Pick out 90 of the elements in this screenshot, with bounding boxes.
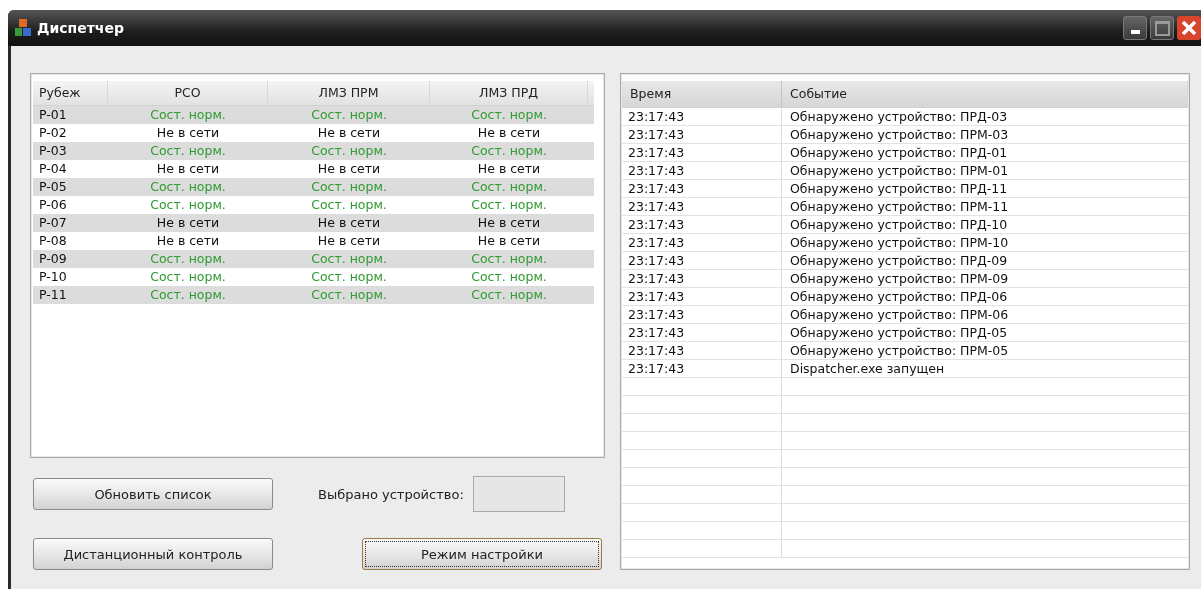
minimize-button[interactable]	[1123, 16, 1147, 40]
table-cell: 23:17:43	[622, 342, 782, 359]
status-cell-text: Сост. норм.	[470, 106, 548, 124]
status-cell-text: Сост. норм.	[470, 268, 548, 286]
table-cell-text: Обнаружено устройство: ПРД-03	[789, 108, 1009, 125]
status-cell-text: Сост. норм.	[310, 196, 388, 214]
column-header[interactable]: РСО	[108, 81, 268, 105]
table-cell: 23:17:43	[622, 252, 782, 269]
status-cell-text: Сост. норм.	[310, 268, 388, 286]
table-cell-text: P-08	[38, 232, 68, 250]
column-header[interactable]: ЛМЗ ПРД	[430, 81, 588, 105]
status-cell-text: Не в сети	[476, 214, 542, 232]
table-cell: 23:17:43	[622, 162, 782, 179]
table-cell-text: Обнаружено устройство: ПРМ-01	[789, 162, 1010, 179]
status-cell-text: Не в сети	[476, 160, 542, 178]
table-cell-text: P-11	[38, 286, 68, 304]
status-cell-text: Сост. норм.	[149, 196, 227, 214]
table-cell-text: Обнаружено устройство: ПРМ-11	[789, 198, 1010, 215]
window-title: Диспетчер	[37, 20, 125, 36]
status-cell-text: Не в сети	[155, 232, 221, 250]
status-cell-text: Сост. норм.	[310, 178, 388, 196]
table-cell-text: P-02	[38, 124, 68, 142]
status-cell-text: Сост. норм.	[149, 142, 227, 160]
status-cell-text: Сост. норм.	[470, 250, 548, 268]
table-cell-text: Обнаружено устройство: ПРМ-05	[789, 342, 1010, 359]
table-cell-text: P-05	[38, 178, 68, 196]
status-cell-text: Сост. норм.	[310, 106, 388, 124]
table-cell-text: P-04	[38, 160, 68, 178]
status-cell-text: Сост. норм.	[470, 178, 548, 196]
table-cell-text: Dispatcher.exe запущен	[789, 360, 946, 377]
column-header[interactable]: ЛМЗ ПРМ	[268, 81, 430, 105]
status-cell-text: Не в сети	[316, 124, 382, 142]
action-button[interactable]: Режим настройки	[362, 538, 602, 570]
table-cell-text: P-10	[38, 268, 68, 286]
status-cell-text: Не в сети	[476, 232, 542, 250]
status-cell-text: Не в сети	[316, 232, 382, 250]
status-cell-text: Не в сети	[155, 214, 221, 232]
table-cell: 23:17:43	[622, 360, 782, 377]
column-header[interactable]: Событие	[782, 81, 1188, 107]
table-cell: 23:17:43	[622, 234, 782, 251]
table-cell-text: Обнаружено устройство: ПРД-09	[789, 252, 1009, 269]
status-cell-text: Сост. норм.	[149, 268, 227, 286]
table-cell-text: Обнаружено устройство: ПРД-06	[789, 288, 1009, 305]
status-cell-text: Не в сети	[155, 124, 221, 142]
selected-device-label: Выбрано устройство:	[318, 486, 464, 502]
selected-device-field[interactable]	[472, 476, 565, 512]
table-cell-text: P-06	[38, 196, 68, 214]
table-cell-text: Обнаружено устройство: ПРД-05	[789, 324, 1009, 341]
status-cell-text: Не в сети	[155, 160, 221, 178]
table-cell: 23:17:43	[622, 324, 782, 341]
column-header[interactable]: Время	[622, 81, 782, 107]
status-cell-text: Сост. норм.	[310, 142, 388, 160]
status-cell-text: Сост. норм.	[470, 142, 548, 160]
table-cell-text: Обнаружено устройство: ПРМ-03	[789, 126, 1010, 143]
table-cell-text: Обнаружено устройство: ПРМ-09	[789, 270, 1010, 287]
status-cell-text: Не в сети	[316, 214, 382, 232]
status-cell-text: Сост. норм.	[470, 196, 548, 214]
table-cell: 23:17:43	[622, 180, 782, 197]
status-cell-text: Сост. норм.	[149, 286, 227, 304]
table-cell: 23:17:43	[622, 198, 782, 215]
table-cell: 23:17:43	[622, 216, 782, 233]
close-button[interactable]	[1177, 16, 1201, 40]
table-cell-text: Обнаружено устройство: ПРД-10	[789, 216, 1009, 233]
table-cell: 23:17:43	[622, 144, 782, 161]
column-header[interactable]: Рубеж	[33, 81, 108, 105]
table-cell: 23:17:43	[622, 288, 782, 305]
table-cell: 23:17:43	[622, 270, 782, 287]
status-cell-text: Сост. норм.	[310, 250, 388, 268]
table-cell-text: P-01	[38, 106, 68, 124]
status-cell-text: Сост. норм.	[149, 250, 227, 268]
table-cell-text: Обнаружено устройство: ПРД-01	[789, 144, 1009, 161]
status-cell-text: Сост. норм.	[149, 178, 227, 196]
table-cell-text: P-09	[38, 250, 68, 268]
status-cell-text: Не в сети	[316, 160, 382, 178]
action-button[interactable]: Дистанционный контроль	[33, 538, 273, 570]
table-cell: 23:17:43	[622, 306, 782, 323]
table-cell-text: P-07	[38, 214, 68, 232]
table-cell-text: Обнаружено устройство: ПРД-11	[789, 180, 1009, 197]
app-icon	[15, 19, 31, 37]
maximize-button[interactable]	[1150, 16, 1174, 40]
status-cell-text: Сост. норм.	[149, 106, 227, 124]
table-cell-text: Обнаружено устройство: ПРМ-06	[789, 306, 1010, 323]
status-cell-text: Не в сети	[476, 124, 542, 142]
status-cell-text: Сост. норм.	[310, 286, 388, 304]
table-cell-text: P-03	[38, 142, 68, 160]
table-cell: 23:17:43	[622, 126, 782, 143]
table-cell-text: Обнаружено устройство: ПРМ-10	[789, 234, 1010, 251]
status-cell-text: Сост. норм.	[470, 286, 548, 304]
table-cell: 23:17:43	[622, 108, 782, 125]
action-button[interactable]: Обновить список	[33, 478, 273, 510]
